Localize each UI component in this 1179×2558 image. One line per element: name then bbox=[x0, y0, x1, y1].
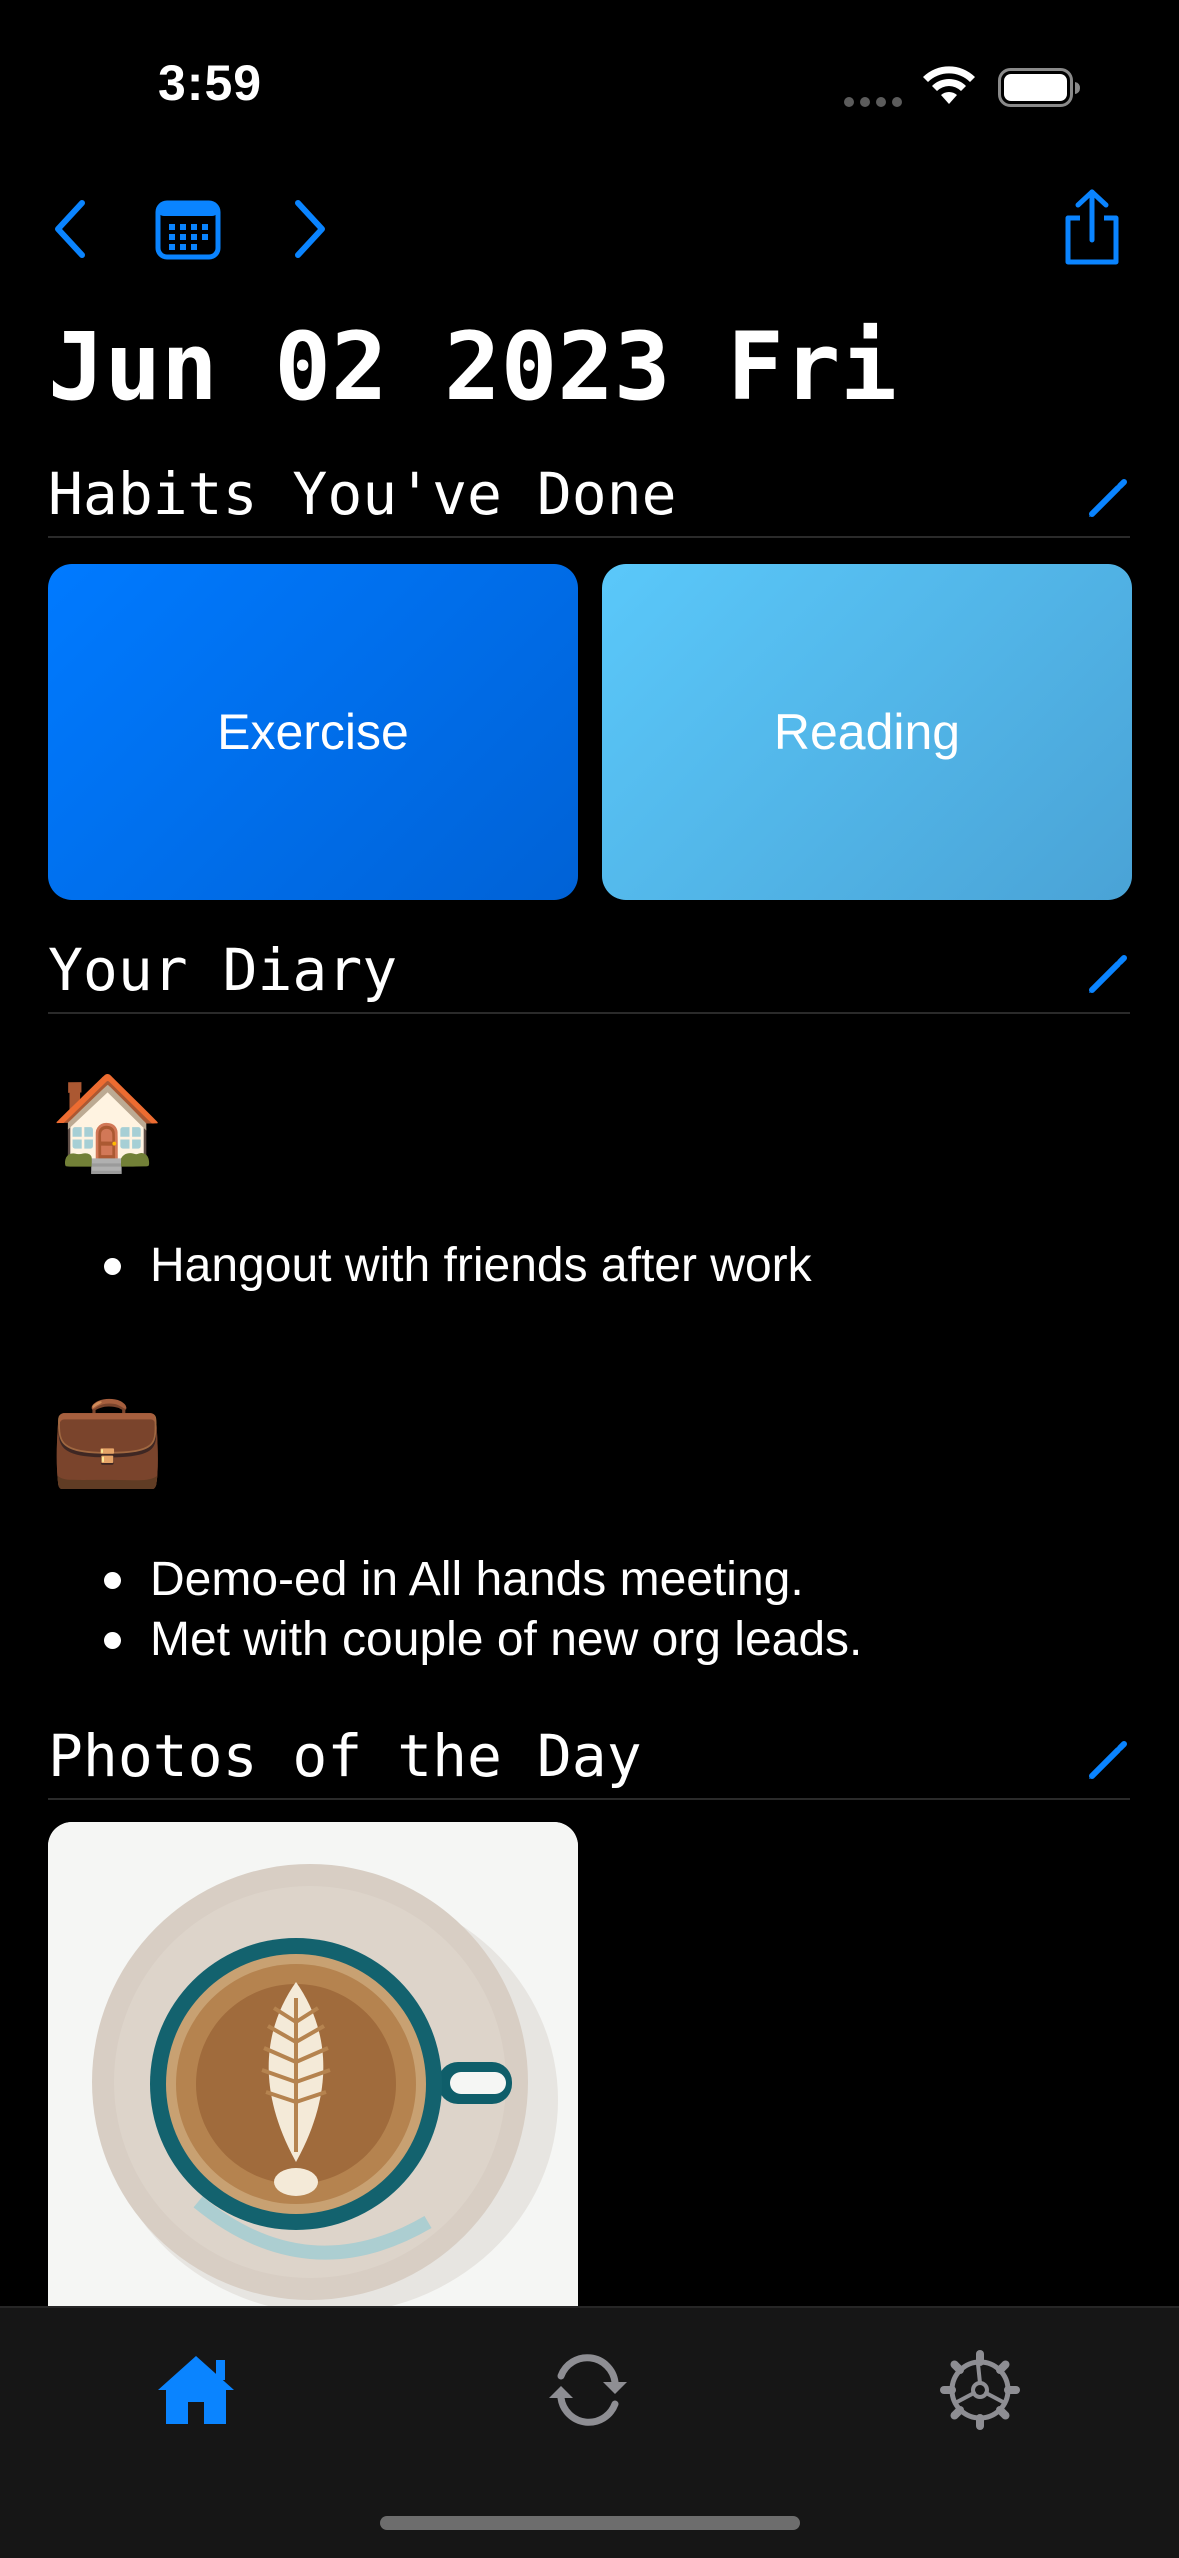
photo-thumbnail[interactable] bbox=[48, 1822, 578, 2306]
habit-card-exercise[interactable]: Exercise bbox=[48, 564, 578, 900]
diary-entry-home-list: Hangout with friends after work bbox=[104, 1236, 812, 1296]
list-item: Hangout with friends after work bbox=[104, 1236, 812, 1296]
next-day-button[interactable] bbox=[280, 194, 340, 264]
sync-icon bbox=[549, 2354, 627, 2426]
top-toolbar bbox=[0, 186, 1179, 276]
cellular-signal-icon bbox=[844, 94, 908, 112]
list-item: Demo-ed in All hands meeting. bbox=[104, 1550, 862, 1610]
coffee-cup-photo bbox=[48, 1822, 578, 2306]
house-emoji-icon: 🏠 bbox=[50, 1072, 165, 1174]
diary-entry-work-list: Demo-ed in All hands meeting. Met with c… bbox=[104, 1550, 862, 1670]
photos-section-header: Photos of the Day bbox=[48, 1724, 1130, 1800]
habit-label: Exercise bbox=[217, 704, 409, 760]
chevron-left-icon bbox=[55, 200, 85, 258]
status-time: 3:59 bbox=[158, 55, 263, 111]
share-button[interactable] bbox=[1050, 186, 1134, 270]
tab-settings[interactable] bbox=[920, 2330, 1040, 2450]
photos-section-title: Photos of the Day bbox=[48, 1722, 642, 1790]
wifi-icon bbox=[923, 66, 975, 104]
diary-section-title: Your Diary bbox=[48, 936, 398, 1004]
habit-label: Reading bbox=[773, 704, 961, 760]
previous-day-button[interactable] bbox=[40, 194, 100, 264]
home-indicator[interactable] bbox=[380, 2516, 800, 2530]
tab-home[interactable] bbox=[136, 2330, 256, 2450]
chevron-right-icon bbox=[295, 200, 325, 258]
edit-diary-pencil-icon[interactable] bbox=[1084, 952, 1130, 998]
habits-section-header: Habits You've Done bbox=[48, 462, 1130, 538]
edit-photos-pencil-icon[interactable] bbox=[1084, 1738, 1130, 1784]
house-icon bbox=[158, 2356, 234, 2424]
calendar-icon bbox=[155, 200, 221, 260]
page-title: Jun 02 2023 Fri bbox=[48, 313, 897, 422]
edit-habits-pencil-icon[interactable] bbox=[1084, 476, 1130, 522]
diary-section-header: Your Diary bbox=[48, 938, 1130, 1014]
calendar-button[interactable] bbox=[152, 196, 224, 264]
list-item: Met with couple of new org leads. bbox=[104, 1610, 862, 1670]
battery-icon bbox=[998, 68, 1080, 107]
briefcase-emoji-icon: 💼 bbox=[50, 1388, 165, 1490]
share-icon bbox=[1065, 189, 1119, 265]
status-bar: 3:59 bbox=[0, 0, 1179, 170]
gear-icon bbox=[940, 2350, 1020, 2430]
habits-section-title: Habits You've Done bbox=[48, 460, 677, 528]
tab-sync[interactable] bbox=[528, 2330, 648, 2450]
habit-card-reading[interactable]: Reading bbox=[602, 564, 1132, 900]
